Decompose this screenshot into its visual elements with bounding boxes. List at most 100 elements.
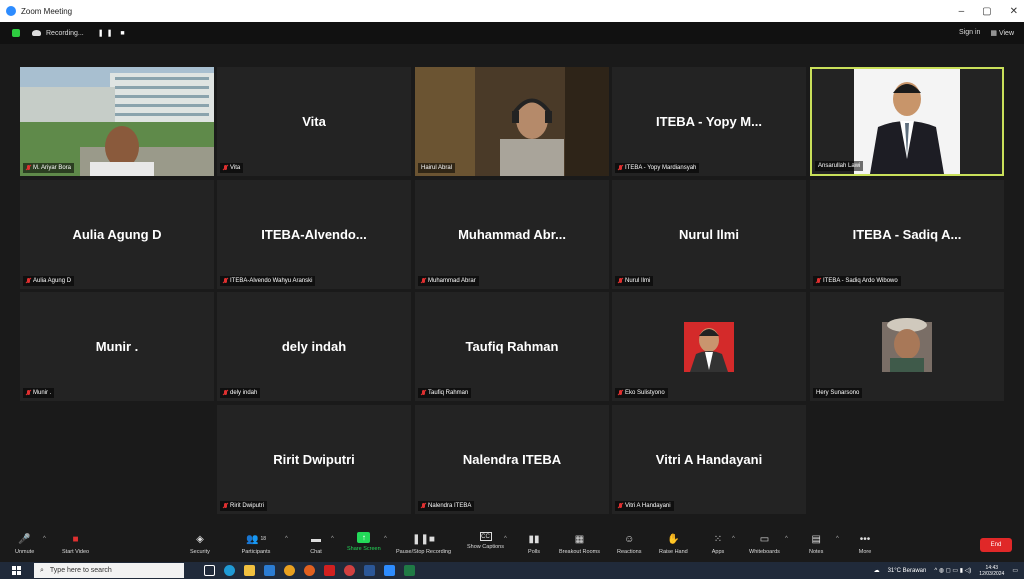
chat-button[interactable]: ▬ Chat <box>309 532 323 556</box>
participant-name: dely indah <box>230 390 258 396</box>
view-button[interactable]: ▦ View <box>990 29 1014 37</box>
audio-options-caret[interactable]: ^ <box>43 536 46 542</box>
acrobat-icon[interactable] <box>324 565 335 576</box>
raise-hand-button[interactable]: ✋ Raise Hand <box>659 532 688 556</box>
mic-muted-icon <box>26 390 31 396</box>
excel-icon[interactable] <box>404 565 415 576</box>
start-video-label: Start Video <box>62 549 90 555</box>
video-off-icon: ■ <box>72 533 79 545</box>
sign-in-link[interactable]: Sign in <box>959 29 980 37</box>
participant-tile[interactable]: M. Ariyar Bora <box>20 67 214 176</box>
minimize-icon[interactable]: – <box>959 6 965 17</box>
participant-tile[interactable]: Muhammad Abr... Muhammad Abrar <box>415 180 609 289</box>
taskbar-search[interactable]: ⌕ Type here to search <box>34 563 184 578</box>
file-explorer-icon[interactable] <box>244 565 255 576</box>
mic-muted-icon <box>618 390 623 396</box>
notifications-icon[interactable]: ▭ <box>1012 567 1018 574</box>
start-video-button[interactable]: ■ Start Video <box>62 532 90 556</box>
mic-muted-icon <box>421 503 426 509</box>
participant-tile[interactable]: Nalendra ITEBA Nalendra ITEBA <box>415 405 609 514</box>
edge-icon[interactable] <box>224 565 235 576</box>
mic-muted-icon <box>223 165 228 171</box>
mic-muted-icon <box>26 278 31 284</box>
participant-tile[interactable]: Munir . Munir . <box>20 292 214 401</box>
participant-tile[interactable]: Vita Vita <box>217 67 411 176</box>
apps-button[interactable]: ⁙ Apps <box>711 532 725 556</box>
close-icon[interactable]: ✕ <box>1010 6 1018 17</box>
windows-taskbar: ⌕ Type here to search ☁ 31°C Berawan ^ ◍… <box>0 562 1024 579</box>
participant-name: ITEBA - Sadiq Ardo Wibowo <box>823 278 898 284</box>
recording-controls[interactable]: ❚❚ ■ <box>98 29 128 37</box>
maximize-icon[interactable]: ▢ <box>982 6 991 17</box>
participants-caret[interactable]: ^ <box>285 536 288 542</box>
participant-tile[interactable]: Taufiq Rahman Taufiq Rahman <box>415 292 609 401</box>
participant-tile[interactable]: ITEBA - Sadiq A... ITEBA - Sadiq Ardo Wib… <box>810 180 1004 289</box>
task-view-icon[interactable] <box>204 565 215 576</box>
end-button[interactable]: End <box>980 538 1012 552</box>
participants-button[interactable]: 👥 18 Participants <box>241 532 271 556</box>
participant-display-name: Aulia Agung D <box>72 227 162 242</box>
participant-tile[interactable]: Ririt Dwiputri Ririt Dwiputri <box>217 405 411 514</box>
participant-name-label: ITEBA-Alvendo Wahyu Aranski <box>220 276 316 286</box>
clock[interactable]: 14:43 12/03/2024 <box>979 565 1004 577</box>
breakout-rooms-button[interactable]: ▦ Breakout Rooms <box>559 532 600 556</box>
unmute-button[interactable]: 🎤 Unmute <box>15 532 34 556</box>
mic-muted-icon <box>223 390 228 396</box>
breakout-label: Breakout Rooms <box>559 549 600 555</box>
notes-icon: ▤ <box>811 533 821 545</box>
apps-label: Apps <box>711 549 725 555</box>
chat-caret[interactable]: ^ <box>331 536 334 542</box>
apps-caret[interactable]: ^ <box>732 536 735 542</box>
captions-caret[interactable]: ^ <box>504 536 507 542</box>
tray-icons[interactable]: ^ ◍ ◻ ▭ ▮ ◁) <box>934 567 971 574</box>
participant-tile[interactable]: Vitri A Handayani Vitri A Handayani <box>612 405 806 514</box>
whiteboards-caret[interactable]: ^ <box>785 536 788 542</box>
participant-tile[interactable]: Hery Sunarsono <box>810 292 1004 401</box>
participant-tile[interactable]: dely indah dely indah <box>217 292 411 401</box>
notes-caret[interactable]: ^ <box>836 536 839 542</box>
share-caret[interactable]: ^ <box>384 536 387 542</box>
participant-name: Muhammad Abrar <box>428 278 476 284</box>
captions-button[interactable]: CC Show Captions <box>467 532 504 550</box>
polls-button[interactable]: ▮▮ Polls <box>527 532 541 556</box>
windows-start-icon[interactable] <box>12 565 22 576</box>
participant-video <box>812 69 1002 174</box>
notes-button[interactable]: ▤ Notes <box>809 532 823 556</box>
weather-icon[interactable]: ☁ <box>874 567 880 574</box>
zoom-taskbar-icon[interactable] <box>384 565 395 576</box>
participant-tile[interactable]: Ansarullah Lawi <box>810 67 1004 176</box>
security-shield-icon[interactable] <box>12 29 20 37</box>
participant-tile[interactable]: Aulia Agung D Aulia Agung D <box>20 180 214 289</box>
participant-name: M. Ariyar Bora <box>33 165 72 171</box>
chrome-alt-icon[interactable] <box>344 565 355 576</box>
participant-name: Taufiq Rahman <box>428 390 469 396</box>
reactions-button[interactable]: ☺ Reactions <box>617 532 641 556</box>
word-icon[interactable] <box>364 565 375 576</box>
firefox-icon[interactable] <box>304 565 315 576</box>
participant-display-name: Nurul Ilmi <box>679 227 739 242</box>
weather-text[interactable]: 31°C Berawan <box>888 568 927 574</box>
participants-label: Participants <box>241 549 271 555</box>
participant-tile[interactable]: Hairul Abral <box>415 67 609 176</box>
participant-tile[interactable]: ITEBA-Alvendo... ITEBA-Alvendo Wahyu Aran… <box>217 180 411 289</box>
title-bar: Zoom Meeting – ▢ ✕ <box>0 0 1024 22</box>
mic-muted-icon <box>421 390 426 396</box>
mic-muted-icon <box>223 278 228 284</box>
more-icon: ••• <box>859 533 871 545</box>
mail-icon[interactable] <box>264 565 275 576</box>
participant-tile[interactable]: Nurul Ilmi Nurul Ilmi <box>612 180 806 289</box>
mic-muted-icon <box>816 278 821 284</box>
participant-name: Aulia Agung D <box>33 278 72 284</box>
zoom-window: Zoom Meeting – ▢ ✕ Recording... ❚❚ ■ Sig… <box>0 0 1024 579</box>
participant-name-label: Hery Sunarsono <box>813 388 863 398</box>
more-button[interactable]: ••• More <box>858 532 872 556</box>
security-button[interactable]: ◈ Security <box>190 532 210 556</box>
participant-display-name: Munir . <box>95 339 139 354</box>
chrome-icon[interactable] <box>284 565 295 576</box>
share-screen-label: Share Screen <box>347 546 381 552</box>
whiteboards-button[interactable]: ▭ Whiteboards <box>749 532 780 556</box>
participant-tile[interactable]: Eko Sulistyono <box>612 292 806 401</box>
pause-recording-button[interactable]: ❚❚■ Pause/Stop Recording <box>396 532 451 556</box>
participant-tile[interactable]: ITEBA - Yopy M... ITEBA - Yopy Mardiansya… <box>612 67 806 176</box>
share-screen-button[interactable]: ↑ Share Screen <box>347 532 381 552</box>
